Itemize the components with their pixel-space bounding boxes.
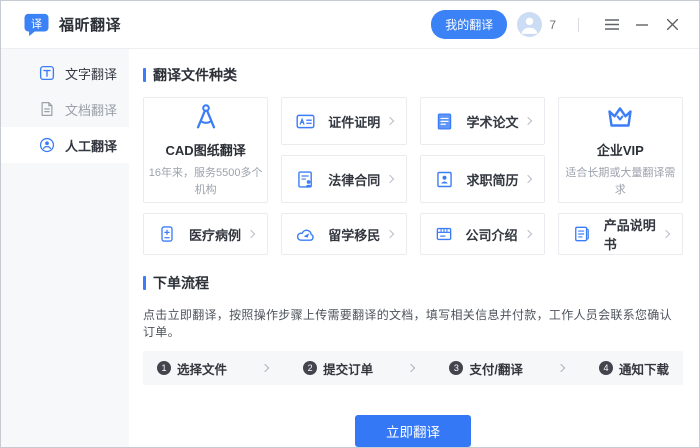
card-label: 学术论文 bbox=[467, 112, 519, 131]
my-translations-button[interactable]: 我的翻译 bbox=[431, 10, 507, 39]
order-steps-bar: 1 选择文件 2 提交订单 3 支付/翻译 4 bbox=[143, 351, 683, 385]
sidebar-item-human-translate[interactable]: 人工翻译 bbox=[1, 127, 129, 163]
user-badge: 7 bbox=[549, 18, 556, 32]
app-window: 译 福昕翻译 我的翻译 7 bbox=[0, 0, 700, 448]
section-title-order-flow: 下单流程 bbox=[143, 273, 683, 293]
vip-crown-icon bbox=[604, 102, 636, 132]
app-title: 福昕翻译 bbox=[59, 14, 121, 35]
card-enterprise-vip[interactable]: 企业VIP 适合长期或大量翻译需求 bbox=[558, 97, 683, 203]
card-certificates[interactable]: 证件证明 bbox=[281, 97, 406, 145]
titlebar: 译 福昕翻译 我的翻译 7 bbox=[1, 1, 699, 49]
card-legal-contract[interactable]: 法律合同 bbox=[281, 155, 406, 203]
card-product-manual[interactable]: 产品说明书 bbox=[558, 213, 683, 255]
order-flow-description: 点击立即翻译，按照操作步骤上传需要翻译的文档，填写相关信息并付款，工作人员会联系… bbox=[143, 306, 683, 340]
order-flow-section: 下单流程 点击立即翻译，按照操作步骤上传需要翻译的文档，填写相关信息并付款，工作… bbox=[143, 273, 683, 447]
card-label: 留学移民 bbox=[328, 225, 380, 244]
card-academic-paper[interactable]: 学术论文 bbox=[420, 97, 545, 145]
human-translate-icon bbox=[38, 136, 56, 154]
paper-icon bbox=[434, 111, 455, 132]
cad-compass-icon bbox=[191, 102, 221, 132]
accent-bar bbox=[143, 276, 146, 290]
chevron-right-icon bbox=[385, 117, 393, 125]
chevron-right-icon bbox=[557, 364, 565, 372]
id-card-icon bbox=[295, 111, 316, 132]
card-cad-translate[interactable]: CAD图纸翻译 16年来，服务5500多个机构 bbox=[143, 97, 268, 203]
step-number: 2 bbox=[303, 361, 317, 375]
chevron-right-icon bbox=[385, 175, 393, 183]
close-icon[interactable] bbox=[661, 14, 683, 36]
minimize-icon[interactable] bbox=[631, 14, 653, 36]
card-label: 公司介绍 bbox=[466, 225, 518, 244]
sidebar-item-label: 文字翻译 bbox=[65, 64, 117, 83]
sidebar-item-text-translate[interactable]: 文字翻译 bbox=[1, 55, 129, 91]
step-notify-download: 4 通知下载 bbox=[599, 359, 669, 378]
contract-icon bbox=[295, 169, 316, 190]
sidebar-item-doc-translate[interactable]: 文档翻译 bbox=[1, 91, 129, 127]
accent-bar bbox=[143, 68, 146, 82]
step-submit-order: 2 提交订单 bbox=[303, 359, 373, 378]
card-title: CAD图纸翻译 bbox=[166, 140, 246, 159]
card-subtitle: 适合长期或大量翻译需求 bbox=[562, 165, 678, 198]
card-label: 产品说明书 bbox=[604, 215, 663, 253]
card-company-intro[interactable]: 公司介绍 bbox=[420, 213, 545, 255]
file-type-grid: CAD图纸翻译 16年来，服务5500多个机构 证件证明 bbox=[143, 97, 683, 203]
card-label: 证件证明 bbox=[328, 112, 380, 131]
svg-text:译: 译 bbox=[31, 17, 42, 30]
step-number: 3 bbox=[449, 361, 463, 375]
manual-icon bbox=[572, 224, 592, 244]
step-number: 1 bbox=[157, 361, 171, 375]
file-type-grid-bottom: 医疗病例 留学移民 bbox=[143, 213, 683, 255]
card-medical-record[interactable]: 医疗病例 bbox=[143, 213, 268, 255]
titlebar-divider bbox=[578, 18, 579, 32]
app-logo-icon: 译 bbox=[23, 13, 50, 37]
text-translate-icon bbox=[38, 64, 56, 82]
card-label: 法律合同 bbox=[328, 170, 380, 189]
card-label: 医疗病例 bbox=[189, 225, 241, 244]
chevron-right-icon bbox=[662, 230, 670, 238]
section-title-file-types: 翻译文件种类 bbox=[143, 65, 683, 85]
card-label: 求职简历 bbox=[467, 170, 519, 189]
company-icon bbox=[434, 224, 454, 244]
resume-icon bbox=[434, 169, 455, 190]
main-content: 翻译文件种类 CAD图纸翻译 16年来，服务5500多个机构 bbox=[129, 49, 699, 447]
card-subtitle: 16年来，服务5500多个机构 bbox=[148, 165, 264, 198]
step-pay-translate: 3 支付/翻译 bbox=[449, 359, 522, 378]
chevron-right-icon bbox=[385, 230, 393, 238]
chevron-right-icon bbox=[524, 117, 532, 125]
card-resume[interactable]: 求职简历 bbox=[420, 155, 545, 203]
chevron-right-icon bbox=[524, 230, 532, 238]
plane-cloud-icon bbox=[295, 224, 316, 245]
chevron-right-icon bbox=[247, 230, 255, 238]
avatar[interactable] bbox=[517, 12, 542, 37]
chevron-right-icon bbox=[524, 175, 532, 183]
chevron-right-icon bbox=[261, 364, 269, 372]
sidebar: 文字翻译 文档翻译 bbox=[1, 49, 129, 447]
doc-translate-icon bbox=[38, 100, 56, 118]
card-title: 企业VIP bbox=[597, 140, 644, 159]
menu-icon[interactable] bbox=[601, 14, 623, 36]
step-number: 4 bbox=[599, 361, 613, 375]
chevron-right-icon bbox=[407, 364, 415, 372]
step-select-file: 1 选择文件 bbox=[157, 359, 227, 378]
sidebar-item-label: 文档翻译 bbox=[65, 100, 117, 119]
card-study-abroad[interactable]: 留学移民 bbox=[281, 213, 406, 255]
titlebar-right: 我的翻译 7 bbox=[431, 10, 683, 39]
medical-record-icon bbox=[157, 224, 177, 244]
translate-now-button[interactable]: 立即翻译 bbox=[355, 415, 471, 447]
sidebar-item-label: 人工翻译 bbox=[65, 136, 117, 155]
